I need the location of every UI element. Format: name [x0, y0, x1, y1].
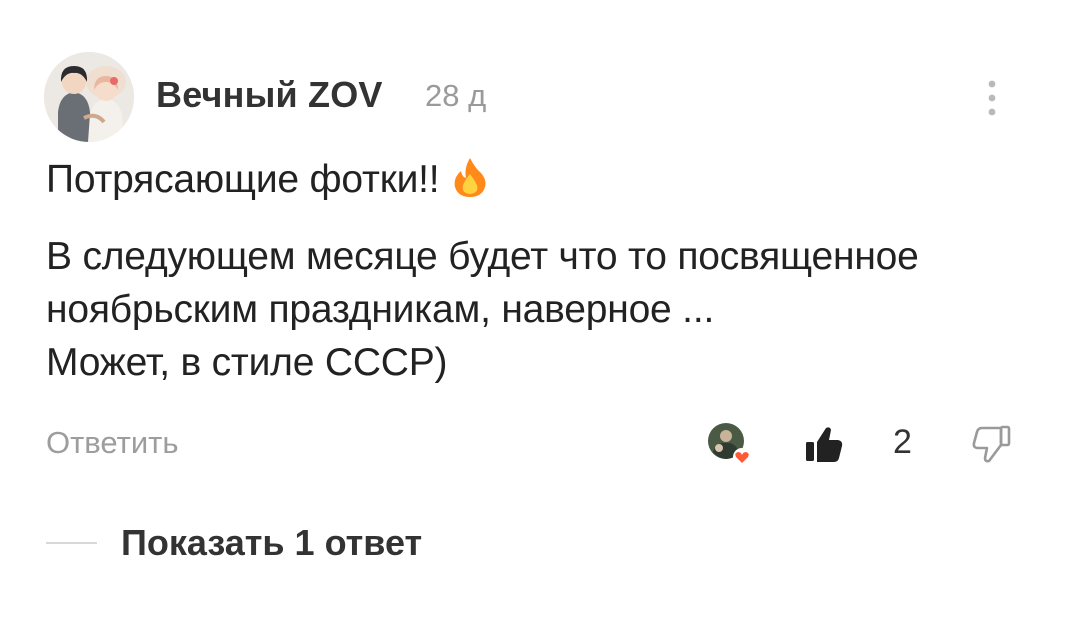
comment-text: Потрясающие фотки!!	[46, 158, 440, 201]
fire-icon	[455, 158, 486, 197]
show-replies-button[interactable]: Показать 1 ответ	[121, 522, 422, 564]
comment-card: Вечный ZOV 28 д Потрясающие фотки!! В сл…	[0, 0, 1080, 632]
thumbs-up-filled-icon	[806, 427, 843, 462]
comment-text-line: Может, в стиле СССР)	[46, 341, 448, 384]
author-name[interactable]: Вечный ZOV	[156, 74, 383, 116]
like-count: 2	[893, 423, 912, 461]
more-vertical-icon	[988, 80, 996, 116]
reactor-avatar-with-heart-icon	[708, 423, 751, 466]
dislike-button[interactable]	[968, 421, 1014, 467]
more-options-button[interactable]	[972, 70, 1012, 126]
reactor-avatar[interactable]	[707, 422, 753, 468]
like-button[interactable]	[800, 421, 846, 467]
comment-time: 28 д	[425, 78, 487, 113]
avatar-illustration-icon	[44, 52, 134, 142]
replies-divider	[46, 542, 97, 544]
comment-text-line: В следующем месяце будет что то посвящен…	[46, 235, 919, 278]
comment-text-line: ноябрьским праздникам, наверное ...	[46, 288, 715, 331]
reply-button[interactable]: Ответить	[46, 425, 179, 461]
comment-text-line: Потрясающие фотки!!	[46, 156, 487, 202]
author-avatar[interactable]	[44, 52, 134, 142]
thumbs-down-outline-icon	[972, 425, 1011, 463]
